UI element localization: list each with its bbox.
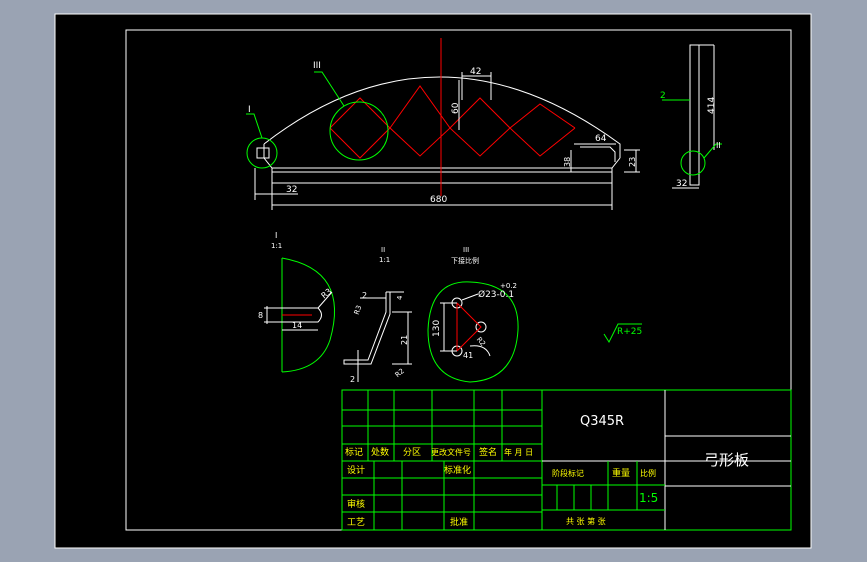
detail-III-dim-130: 130 [432,320,442,337]
label-change-doc: 更改文件号 [431,447,471,457]
side-dim-32: 32 [676,179,687,189]
detail-II-scale: 1:1 [379,256,390,264]
label-count: 处数 [371,446,389,458]
label-standard: 标准化 [444,464,471,476]
roughness-value: R+25 [617,327,642,337]
label-weight: 重量 [612,467,630,479]
detail-II-dim-2a: 2 [362,291,367,300]
detail-I-title: I [275,231,277,240]
detail-I-dim-8: 8 [258,311,263,320]
label-stage: 阶段标记 [552,468,584,478]
detail-III-tol: +0.2 [500,282,517,290]
detail-II-label: II [716,141,721,150]
dim-64: 64 [595,134,607,144]
label-review: 审核 [347,498,365,510]
detail-II-dim-2b: 2 [350,375,355,384]
label-date: 年 月 日 [504,447,533,457]
dim-23: 23 [628,157,637,167]
dim-60: 60 [451,102,461,114]
label-mark: 标记 [345,446,363,458]
label-design: 设计 [347,464,365,476]
detail-I-label: I [248,105,251,115]
detail-III-label: III [313,61,321,71]
dim-680: 680 [430,195,447,205]
cad-drawing-canvas: I III 42 60 64 38 23 32 680 II 2 414 32 … [54,13,812,549]
detail-I-scale: 1:1 [271,242,282,250]
label-sheets: 共 张 第 张 [566,516,606,526]
drawing-sheet [54,13,812,549]
detail-III-dim-hole: Ø23-0.1 [478,289,514,300]
dim-38: 38 [563,157,572,167]
label-sign: 签名 [479,446,497,458]
part-name: 弓形板 [704,451,749,469]
detail-II-title: II [381,246,385,254]
detail-III-title: III [463,246,469,254]
side-dim-2: 2 [660,91,666,101]
dim-32: 32 [286,185,297,195]
material: Q345R [580,414,624,429]
label-zone: 分区 [403,447,421,458]
detail-II-dim-4: 4 [396,295,404,300]
detail-III-dim-41: 41 [463,351,473,360]
label-approve: 批准 [450,516,468,528]
detail-III-subtitle: 下接比例 [451,256,479,265]
side-dim-414: 414 [707,97,717,114]
label-scale: 比例 [640,468,656,478]
scale-value: 1:5 [639,491,658,505]
detail-II-dim-21: 21 [400,335,409,345]
detail-I-dim-14: 14 [292,321,302,330]
label-process: 工艺 [347,517,365,528]
dim-42: 42 [470,67,481,77]
